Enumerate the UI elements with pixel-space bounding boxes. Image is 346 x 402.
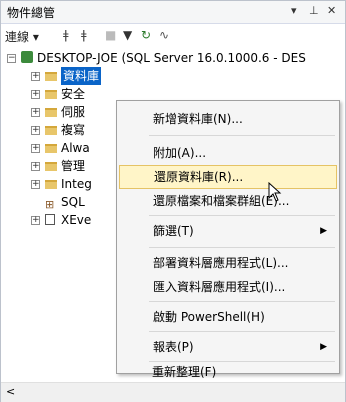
tree-node-server[interactable]: − DESKTOP-JOE (SQL Server 16.0.1000.6 - … bbox=[7, 49, 337, 67]
expand-icon[interactable]: + bbox=[31, 72, 40, 81]
mouse-cursor-icon bbox=[268, 182, 282, 202]
expand-icon[interactable]: + bbox=[31, 180, 40, 189]
dropdown-icon[interactable]: ▾ bbox=[291, 4, 297, 17]
context-menu: 新增資料庫(N)... 附加(A)... 還原資料庫(R)... 還原檔案和檔案… bbox=[116, 100, 340, 374]
expand-icon[interactable]: + bbox=[31, 216, 40, 225]
disconnect-icon[interactable]: ǂ bbox=[81, 28, 87, 42]
pin-icon[interactable]: ⊥ bbox=[309, 4, 319, 17]
tree-label: Alwa bbox=[61, 141, 90, 155]
menu-item-filter[interactable]: 篩選(T) ▶ bbox=[119, 219, 337, 243]
menu-separator bbox=[149, 135, 335, 136]
activity-icon[interactable]: ∿ bbox=[159, 28, 169, 42]
folder-icon bbox=[45, 180, 57, 189]
horizontal-scrollbar[interactable]: < bbox=[1, 382, 345, 402]
folder-icon bbox=[45, 144, 57, 153]
server-icon bbox=[21, 51, 33, 63]
tree-label: XEve bbox=[61, 213, 92, 227]
menu-item-refresh[interactable]: 重新整理(F) bbox=[118, 360, 336, 384]
menu-separator bbox=[149, 331, 335, 332]
panel-titlebar: 物件總管 ▾ ⊥ ✕ bbox=[1, 1, 345, 24]
expand-icon[interactable]: + bbox=[31, 108, 40, 117]
menu-separator bbox=[149, 247, 335, 248]
submenu-arrow-icon: ▶ bbox=[320, 226, 327, 236]
menu-item-powershell[interactable]: 啟動 PowerShell(H) bbox=[119, 305, 337, 329]
folder-icon bbox=[45, 72, 57, 81]
folder-icon bbox=[45, 162, 57, 171]
menu-item-import-dac[interactable]: 匯入資料層應用程式(I)... bbox=[119, 275, 337, 299]
panel-title: 物件總管 bbox=[7, 6, 56, 20]
tree-label: 複寫 bbox=[61, 123, 86, 137]
scroll-left-icon[interactable]: < bbox=[6, 385, 15, 398]
tree-label: 安全 bbox=[61, 87, 86, 101]
menu-separator bbox=[149, 301, 335, 302]
tree-label: 資料庫 bbox=[61, 67, 102, 85]
refresh-icon[interactable]: ↻ bbox=[141, 28, 151, 42]
submenu-arrow-icon: ▶ bbox=[320, 342, 327, 352]
folder-icon bbox=[45, 126, 57, 135]
menu-item-reports[interactable]: 報表(P) ▶ bbox=[119, 335, 337, 359]
expand-icon[interactable]: + bbox=[31, 162, 40, 171]
tree-label: SQL bbox=[61, 195, 85, 209]
expand-icon[interactable]: + bbox=[31, 126, 40, 135]
folder-icon bbox=[45, 90, 57, 99]
close-icon[interactable]: ✕ bbox=[327, 4, 336, 17]
tree-label: 管理 bbox=[61, 159, 86, 173]
tree-label: 伺服 bbox=[61, 105, 86, 119]
filter-icon[interactable]: ▼ bbox=[123, 28, 132, 42]
menu-item-deploy-dac[interactable]: 部署資料層應用程式(L)... bbox=[119, 251, 337, 275]
menu-item-new-database[interactable]: 新增資料庫(N)... bbox=[119, 107, 337, 131]
toolbar: 連線 ▾ ǂ ǂ ■ ▼ ↻ ∿ bbox=[1, 24, 345, 48]
tree-label: Integ bbox=[61, 177, 92, 191]
stop-icon[interactable]: ■ bbox=[105, 28, 116, 42]
expand-icon[interactable]: + bbox=[31, 144, 40, 153]
agent-icon: ⊞ bbox=[45, 198, 55, 211]
connect-button[interactable]: 連線 ▾ bbox=[5, 28, 39, 45]
folder-icon bbox=[45, 108, 57, 117]
menu-item-attach[interactable]: 附加(A)... bbox=[119, 141, 337, 165]
xevent-icon bbox=[45, 214, 55, 225]
server-label: DESKTOP-JOE (SQL Server 16.0.1000.6 - DE… bbox=[37, 51, 306, 65]
menu-separator bbox=[149, 215, 335, 216]
expand-icon[interactable]: + bbox=[31, 90, 40, 99]
menu-item-restore-files[interactable]: 還原檔案和檔案群組(E)... bbox=[119, 189, 337, 213]
connect-icon[interactable]: ǂ bbox=[63, 28, 69, 42]
menu-item-restore-database[interactable]: 還原資料庫(R)... bbox=[119, 165, 337, 189]
collapse-icon[interactable]: − bbox=[7, 54, 16, 63]
